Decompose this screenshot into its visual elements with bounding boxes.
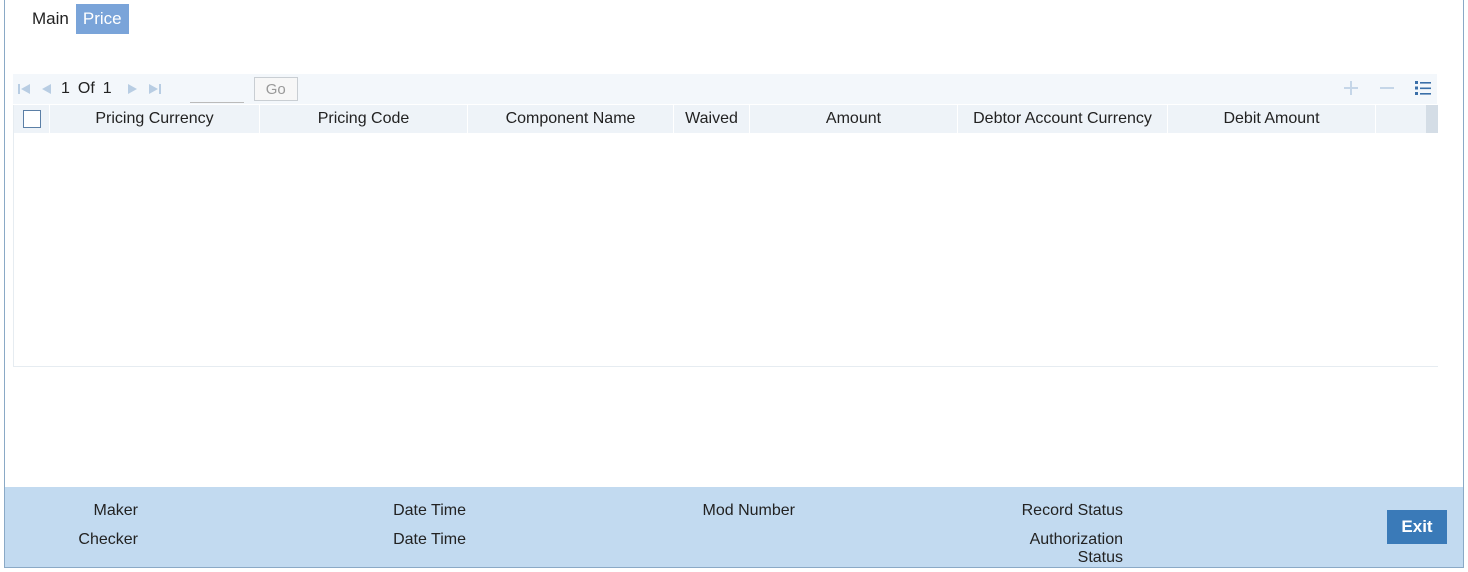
checker-label: Checker: [78, 531, 138, 548]
maker-label: Maker: [93, 502, 138, 519]
go-button[interactable]: Go: [253, 77, 298, 101]
tab-bar: Main Price: [25, 4, 129, 34]
select-all-cell: [14, 105, 50, 133]
column-header-waived[interactable]: Waived: [674, 105, 750, 133]
tab-main[interactable]: Main: [25, 4, 76, 34]
total-pages: 1: [102, 80, 112, 97]
grid-header: Pricing Currency Pricing Code Component …: [14, 105, 1438, 133]
audit-footer: Maker Checker Date Time Date Time Mod Nu…: [5, 487, 1463, 567]
select-all-checkbox[interactable]: [22, 110, 41, 128]
list-view-icon[interactable]: [1413, 78, 1433, 98]
last-page-icon[interactable]: [144, 78, 166, 100]
authorization-status-label-line2: Status: [1077, 549, 1123, 566]
column-header-pricing-currency[interactable]: Pricing Currency: [50, 105, 260, 133]
grid-pager: 1 Of 1 Go: [13, 74, 1437, 104]
first-page-icon[interactable]: [13, 78, 35, 100]
column-header-amount[interactable]: Amount: [750, 105, 958, 133]
exit-button[interactable]: Exit: [1387, 510, 1447, 544]
tab-price[interactable]: Price: [75, 4, 129, 34]
column-header-debit-amount[interactable]: Debit Amount: [1168, 105, 1376, 133]
mod-number-label: Mod Number: [702, 502, 795, 519]
column-header-component-name[interactable]: Component Name: [468, 105, 674, 133]
record-status-label: Record Status: [1021, 502, 1123, 519]
delete-row-icon[interactable]: [1377, 78, 1397, 98]
page-of-label: Of: [77, 80, 95, 97]
current-page: 1: [61, 80, 70, 97]
next-page-icon[interactable]: [122, 78, 144, 100]
pricing-grid: Pricing Currency Pricing Code Component …: [13, 105, 1438, 367]
column-header-debtor-account-currency[interactable]: Debtor Account Currency: [958, 105, 1168, 133]
grid-vertical-scrollbar[interactable]: [1426, 105, 1438, 133]
page-number-input[interactable]: [189, 75, 244, 103]
column-header-pricing-code[interactable]: Pricing Code: [260, 105, 468, 133]
authorization-status-label-line1: Authorization: [1029, 531, 1123, 548]
price-panel: Main Price 1 Of 1 Go Pricing Currency Pr…: [4, 0, 1464, 568]
grid-toolbar: [1341, 78, 1433, 98]
maker-date-time-label: Date Time: [393, 502, 466, 519]
previous-page-icon[interactable]: [35, 78, 57, 100]
add-row-icon[interactable]: [1341, 78, 1361, 98]
checker-date-time-label: Date Time: [393, 531, 466, 548]
